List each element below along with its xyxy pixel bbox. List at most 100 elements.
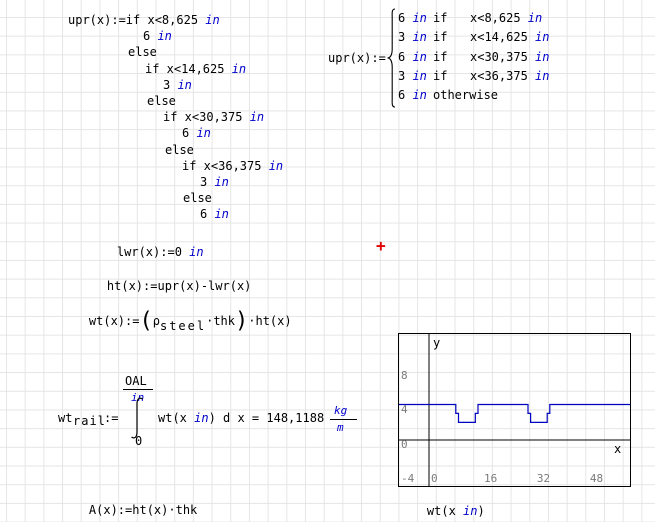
- upr-if-line: 6 in: [182, 125, 211, 141]
- x-tick-label: 16: [484, 472, 497, 485]
- unit-in: in: [535, 69, 549, 83]
- math-text: 3: [163, 78, 177, 92]
- unit-in: in: [269, 159, 283, 173]
- wt-definition-region[interactable]: wt(x):=(ρsteel·thk)·ht(x): [60, 285, 292, 309]
- upr-piecewise-definition-region[interactable]: upr(x):= 6 inifx<8,625 in3 inifx<14,625 …: [328, 8, 583, 110]
- math-text: 6: [398, 11, 412, 25]
- math-text: 3: [398, 30, 412, 44]
- unit-in: in: [232, 62, 246, 76]
- integral-lower-limit: 0: [135, 434, 142, 448]
- piecewise-condition: x<36,375 in: [470, 68, 549, 84]
- math-text: lwr(x):=0: [117, 245, 189, 259]
- upr-if-definition-region[interactable]: upr(x):=if x<8,625 in6 inelseif x<14,625…: [68, 12, 318, 224]
- x-tick-label: 0: [431, 472, 438, 485]
- math-text: wt(x: [158, 411, 194, 425]
- math-text: 3: [398, 69, 412, 83]
- piecewise-keyword: if: [433, 49, 447, 65]
- unit-in: in: [535, 50, 549, 64]
- piecewise-rows: 6 inifx<8,625 in3 inifx<14,625 in6 inifx…: [398, 10, 583, 108]
- x-axis-letter: x: [614, 443, 621, 456]
- unit-in: in: [189, 245, 203, 259]
- wt-rail-integral-region[interactable]: wt rail := OAL in 0 wt(x in) d x = 148,1…: [58, 368, 370, 458]
- y-tick-label: 0: [401, 438, 408, 451]
- plot-caption: wt(x in): [398, 490, 485, 522]
- unit-in: in: [535, 30, 549, 44]
- math-text: x<14,625: [470, 30, 535, 44]
- rail-subscript: rail: [73, 414, 106, 428]
- unit-in: in: [412, 11, 426, 25]
- piecewise-lhs: upr(x):=: [328, 51, 386, 65]
- x-tick-label: 48: [590, 472, 603, 485]
- piecewise-keyword: if: [433, 29, 447, 45]
- left-brace-icon: [386, 8, 396, 108]
- piecewise-row: 3 inifx<14,625 in: [398, 29, 598, 45]
- rho-symbol: ρ: [153, 314, 160, 328]
- math-text: else: [147, 94, 176, 108]
- piecewise-keyword: otherwise: [433, 87, 498, 103]
- upr-if-line: else: [147, 93, 176, 109]
- area-definition-region[interactable]: A(x):=ht(x)·thk: [60, 489, 197, 522]
- unit-in: in: [412, 88, 426, 102]
- math-text: upr(x):=if x<8,625: [68, 13, 205, 27]
- math-text: 6: [398, 50, 412, 64]
- math-text: 6: [143, 29, 157, 43]
- math-text: if x<30,375: [163, 110, 250, 124]
- piecewise-value: 6 in: [398, 49, 427, 65]
- wt-step-curve: [399, 405, 630, 423]
- mathcad-worksheet: upr(x):=if x<8,625 in6 inelseif x<14,625…: [0, 0, 655, 522]
- unit-in: in: [214, 175, 228, 189]
- unit-in: in: [250, 110, 264, 124]
- result-unit-denominator: m: [337, 422, 344, 434]
- unit-in: in: [157, 29, 171, 43]
- upr-if-line: 6 in: [200, 206, 229, 222]
- fraction-bar: [330, 419, 357, 420]
- piecewise-keyword: if: [433, 10, 447, 26]
- unit-in: in: [205, 13, 219, 27]
- unit-in: in: [177, 78, 191, 92]
- piecewise-condition: x<8,625 in: [470, 10, 542, 26]
- unit-in: in: [196, 126, 210, 140]
- math-text: ): [477, 504, 484, 518]
- piecewise-condition: x<14,625 in: [470, 29, 549, 45]
- y-tick-label: 8: [401, 369, 408, 382]
- upr-if-line: 3 in: [163, 77, 192, 93]
- fraction-bar: [123, 389, 153, 390]
- open-paren: (: [139, 309, 152, 334]
- unit-in: in: [463, 504, 477, 518]
- upr-if-line: else: [183, 190, 212, 206]
- upr-if-line: if x<36,375 in: [182, 158, 283, 174]
- math-text: x<36,375: [470, 69, 535, 83]
- math-text: 3: [200, 175, 214, 189]
- piecewise-row: 3 inifx<36,375 in: [398, 68, 598, 84]
- piecewise-value: 3 in: [398, 29, 427, 45]
- math-text: 6: [398, 88, 412, 102]
- y-axis-letter: y: [433, 337, 440, 350]
- math-text: ·thk: [206, 314, 235, 328]
- upr-if-line: if x<30,375 in: [163, 109, 264, 125]
- xy-plot-region[interactable]: y x 840-40163248: [398, 333, 631, 487]
- upr-if-line: upr(x):=if x<8,625 in: [68, 12, 220, 28]
- unit-in: in: [194, 411, 208, 425]
- math-text: x<30,375: [470, 50, 535, 64]
- upr-if-line: 3 in: [200, 174, 229, 190]
- math-text: wt(x: [427, 504, 463, 518]
- integral-upper-numerator: OAL: [125, 374, 147, 388]
- unit-in: in: [412, 69, 426, 83]
- x-tick-label: 32: [537, 472, 550, 485]
- math-text: 6: [200, 207, 214, 221]
- unit-in: in: [412, 30, 426, 44]
- math-text: wt: [58, 411, 72, 425]
- piecewise-row: 6 in otherwise: [398, 87, 598, 103]
- math-text: else: [165, 143, 194, 157]
- piecewise-condition: x<30,375 in: [470, 49, 549, 65]
- crosshair-cursor: +: [376, 238, 386, 254]
- math-text: ) d x =: [209, 411, 267, 425]
- upr-if-line: else: [165, 142, 194, 158]
- upr-if-line: if x<14,625 in: [145, 61, 246, 77]
- result-unit-numerator: kg: [334, 405, 347, 417]
- math-text: else: [183, 191, 212, 205]
- piecewise-value: 6 in: [398, 87, 427, 103]
- y-tick-label: -4: [401, 472, 414, 485]
- math-text: ·ht(x): [248, 314, 291, 328]
- math-text: wt(x):=: [89, 314, 140, 328]
